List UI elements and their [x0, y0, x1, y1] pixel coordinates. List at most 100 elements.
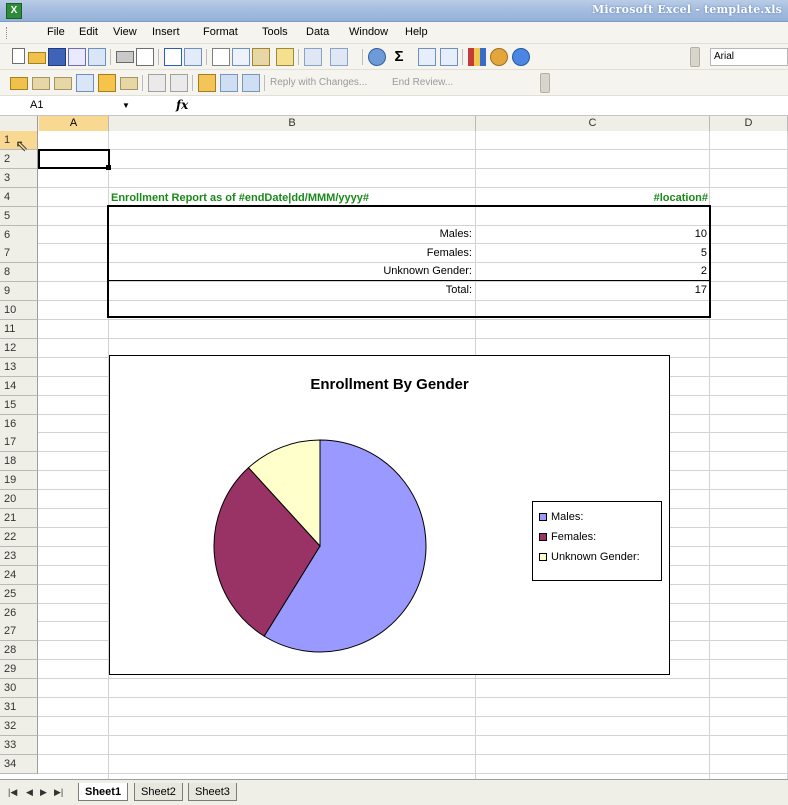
label-unknown-gender[interactable]: Unknown Gender:	[110, 262, 472, 280]
select-all-button[interactable]	[0, 116, 38, 131]
menu-grip[interactable]	[6, 27, 9, 39]
column-header-d[interactable]: D	[710, 116, 788, 131]
menu-tools[interactable]: Tools	[262, 26, 288, 38]
menu-view[interactable]: View	[113, 26, 137, 38]
copy-icon[interactable]	[232, 48, 250, 66]
row-header-26[interactable]: 26	[0, 603, 38, 623]
drawing-icon[interactable]	[490, 48, 508, 66]
next-sheet-icon[interactable]: ▶	[40, 787, 47, 798]
chart-wizard-icon[interactable]	[468, 48, 486, 66]
reviewing-pane-icon[interactable]	[242, 74, 260, 92]
toolbar-options-icon[interactable]	[540, 73, 550, 93]
column-header-b[interactable]: B	[109, 116, 476, 131]
row-header-23[interactable]: 23	[0, 546, 38, 566]
row-header-9[interactable]: 9	[0, 282, 38, 302]
row-header-19[interactable]: 19	[0, 471, 38, 491]
row-header-15[interactable]: 15	[0, 395, 38, 415]
menu-edit[interactable]: Edit	[79, 26, 98, 38]
email-icon[interactable]	[88, 48, 106, 66]
open-icon[interactable]	[28, 48, 46, 66]
row-header-29[interactable]: 29	[0, 660, 38, 680]
end-review-button[interactable]: End Review...	[392, 77, 453, 88]
row-header-6[interactable]: 6	[0, 225, 38, 245]
tab-sheet3[interactable]: Sheet3	[188, 783, 237, 801]
row-header-8[interactable]: 8	[0, 263, 38, 283]
last-sheet-icon[interactable]: ▶|	[54, 787, 63, 798]
row-header-31[interactable]: 31	[0, 698, 38, 717]
spelling-icon[interactable]	[164, 48, 182, 66]
chart-legend[interactable]: Males: Females: Unknown Gender:	[532, 501, 662, 581]
fill-handle[interactable]	[106, 165, 111, 170]
value-males[interactable]: 10	[480, 225, 707, 243]
contacts-icon[interactable]	[98, 74, 116, 92]
value-total[interactable]: 17	[480, 281, 707, 299]
row-header-5[interactable]: 5	[0, 206, 38, 226]
folder-icon[interactable]	[10, 74, 28, 92]
row-header-13[interactable]: 13	[0, 357, 38, 377]
permission-icon[interactable]	[68, 48, 86, 66]
row-header-28[interactable]: 28	[0, 641, 38, 661]
reply-with-changes-button[interactable]: Reply with Changes...	[270, 77, 367, 88]
label-females[interactable]: Females:	[110, 244, 472, 262]
row-header-27[interactable]: 27	[0, 622, 38, 642]
menu-help[interactable]: Help	[405, 26, 428, 38]
row-header-16[interactable]: 16	[0, 414, 38, 434]
first-sheet-icon[interactable]: |◀	[8, 787, 17, 798]
folder-icon[interactable]	[120, 74, 138, 92]
row-header-10[interactable]: 10	[0, 301, 38, 321]
paste-icon[interactable]	[252, 48, 270, 66]
row-header-32[interactable]: 32	[0, 716, 38, 736]
column-header-a[interactable]: A	[39, 116, 109, 131]
row-header-33[interactable]: 33	[0, 735, 38, 755]
cut-icon[interactable]	[212, 48, 230, 66]
undo-icon[interactable]	[304, 48, 322, 66]
row-header-4[interactable]: 4	[0, 187, 38, 207]
mail-icon[interactable]	[76, 74, 94, 92]
row-header-22[interactable]: 22	[0, 527, 38, 547]
row-header-7[interactable]: 7	[0, 244, 38, 264]
autosum-icon[interactable]: Σ	[390, 48, 408, 66]
row-header-17[interactable]: 17	[0, 433, 38, 453]
row-header-12[interactable]: 12	[0, 338, 38, 358]
folder-icon[interactable]	[54, 74, 72, 92]
active-cell-a1[interactable]	[38, 149, 110, 169]
row-header-11[interactable]: 11	[0, 320, 38, 339]
redo-icon[interactable]	[330, 48, 348, 66]
excel-icon[interactable]: X	[6, 3, 22, 19]
tab-sheet2[interactable]: Sheet2	[134, 783, 183, 801]
previous-sheet-icon[interactable]: ◀	[26, 787, 33, 798]
sort-ascending-icon[interactable]	[418, 48, 436, 66]
menu-insert[interactable]: Insert	[152, 26, 180, 38]
row-header-24[interactable]: 24	[0, 565, 38, 585]
label-total[interactable]: Total:	[110, 281, 472, 299]
value-females[interactable]: 5	[480, 244, 707, 262]
menu-data[interactable]: Data	[306, 26, 329, 38]
sort-descending-icon[interactable]	[440, 48, 458, 66]
menu-window[interactable]: Window	[349, 26, 388, 38]
font-name-field[interactable]: Arial	[710, 48, 788, 66]
new-icon[interactable]	[10, 48, 28, 66]
tab-sheet1[interactable]: Sheet1	[78, 783, 129, 801]
insert-function-icon[interactable]: fx	[176, 98, 188, 112]
column-header-c[interactable]: C	[476, 116, 710, 131]
format-painter-icon[interactable]	[276, 48, 294, 66]
research-icon[interactable]	[184, 48, 202, 66]
chevron-down-icon[interactable]: ▼	[122, 101, 130, 110]
row-header-18[interactable]: 18	[0, 452, 38, 472]
row-header-34[interactable]: 34	[0, 754, 38, 774]
menu-format[interactable]: Format	[203, 26, 238, 38]
print-preview-icon[interactable]	[136, 48, 154, 66]
help-icon[interactable]	[512, 48, 530, 66]
comment-icon[interactable]	[148, 74, 166, 92]
menu-file[interactable]: File	[47, 26, 65, 38]
folder-icon[interactable]	[32, 74, 50, 92]
toolbar-options-icon[interactable]	[690, 47, 700, 67]
value-unknown-gender[interactable]: 2	[480, 262, 707, 280]
label-males[interactable]: Males:	[110, 225, 472, 243]
save-icon[interactable]	[48, 48, 66, 66]
hyperlink-icon[interactable]	[368, 48, 386, 66]
row-header-21[interactable]: 21	[0, 509, 38, 528]
ink-icon[interactable]	[198, 74, 216, 92]
row-header-20[interactable]: 20	[0, 490, 38, 510]
row-header-3[interactable]: 3	[0, 168, 38, 188]
